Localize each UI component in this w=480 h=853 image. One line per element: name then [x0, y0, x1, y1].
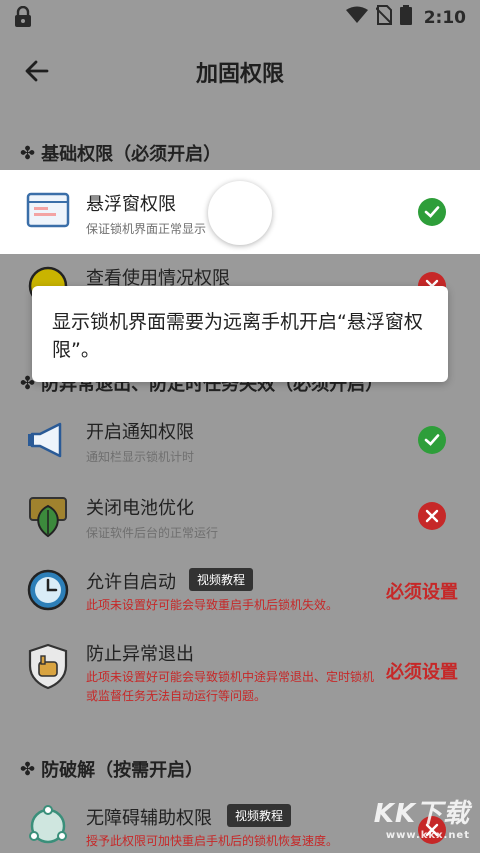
video-tutorial-badge[interactable]: 视频教程	[189, 568, 254, 591]
clock-icon	[26, 568, 70, 612]
status-bar: 2:10	[0, 0, 480, 34]
status-ok-icon	[418, 426, 446, 454]
clover-icon: ✤	[20, 142, 36, 164]
section-title: 防破解（按需开启）	[41, 760, 204, 781]
clover-icon: ✤	[20, 758, 36, 780]
section-title: 基础权限（必须开启）	[41, 144, 222, 165]
section-header-basic: ✤ 基础权限（必须开启）	[20, 140, 221, 166]
battery-icon	[399, 5, 412, 30]
row-notification[interactable]: 开启通知权限 通知栏显示锁机计时	[0, 412, 480, 472]
must-set-label[interactable]: 必须设置	[386, 578, 458, 604]
lock-icon	[14, 5, 32, 33]
page-title: 加固权限	[195, 62, 284, 87]
window-icon	[26, 190, 70, 234]
toast-message: 显示锁机界面需要为远离手机开启“悬浮窗权限”。	[32, 286, 448, 382]
must-set-label[interactable]: 必须设置	[386, 658, 458, 684]
app-bar: 加固权限	[0, 34, 480, 106]
touch-indicator	[208, 181, 272, 245]
row-warning: 授予此权限可加快重启手机后的锁机恢复速度。	[86, 834, 339, 848]
megaphone-icon	[26, 418, 70, 462]
row-label: 悬浮窗权限	[86, 194, 176, 215]
row-label: 开启通知权限	[86, 422, 194, 443]
toast-text: 显示锁机界面需要为远离手机开启“悬浮窗权限”。	[52, 311, 423, 361]
status-error-icon	[418, 502, 446, 530]
wifi-icon	[345, 6, 368, 29]
system-icons: 2:10	[345, 5, 466, 30]
row-label: 允许自启动	[86, 572, 176, 593]
clock-time: 2:10	[423, 7, 466, 28]
watermark-brand: KK下载	[373, 799, 470, 829]
video-tutorial-badge[interactable]: 视频教程	[227, 804, 292, 827]
row-label: 防止异常退出	[86, 644, 194, 665]
row-desc: 通知栏显示锁机计时	[86, 450, 195, 464]
row-battery-optimization[interactable]: 关闭电池优化 保证软件后台的正常运行	[0, 488, 480, 548]
section-header-anti-crack: ✤ 防破解（按需开启）	[20, 756, 203, 782]
row-warning: 此项未设置好可能会导致锁机中途异常退出、定时锁机或监督任务无法自动运行等问题。	[86, 670, 375, 703]
row-desc: 保证软件后台的正常运行	[86, 526, 219, 540]
row-warning: 此项未设置好可能会导致重启手机后锁机失效。	[86, 598, 339, 612]
row-auto-start[interactable]: 允许自启动 视频教程 此项未设置好可能会导致重启手机后锁机失效。 必须设置	[0, 562, 480, 626]
row-prevent-exit[interactable]: 防止异常退出 此项未设置好可能会导致锁机中途异常退出、定时锁机或监督任务无法自动…	[0, 638, 480, 714]
row-desc: 保证锁机界面正常显示	[86, 222, 207, 236]
no-sim-icon	[374, 5, 393, 30]
status-ok-icon	[418, 198, 446, 226]
shield-hand-icon	[26, 642, 70, 690]
battery-leaf-icon	[26, 492, 70, 538]
accessibility-icon	[26, 804, 70, 848]
row-label: 无障碍辅助权限	[86, 808, 212, 829]
watermark-logo: KK下载 www.kkx.net	[374, 793, 470, 841]
watermark-url: www.kkx.net	[385, 830, 470, 841]
row-label: 关闭电池优化	[86, 498, 194, 519]
